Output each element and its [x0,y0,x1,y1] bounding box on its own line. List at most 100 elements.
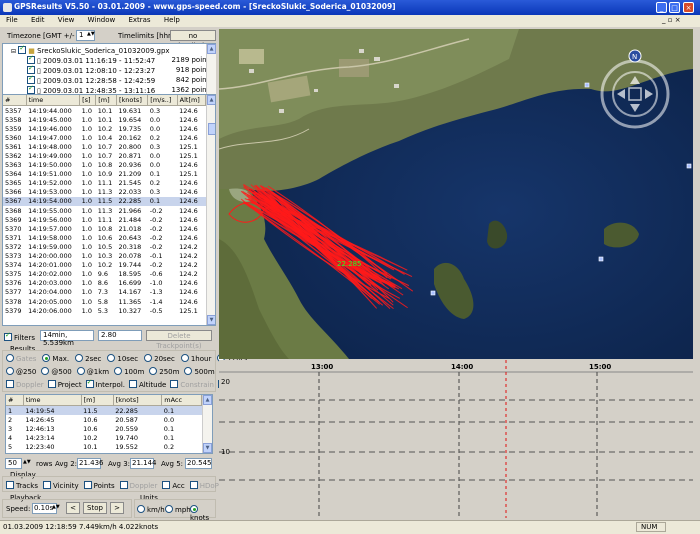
trackpoint-row[interactable]: 5366 14:19:53.000 1.0 11.3 22.033 0.3 124.6 [3,188,206,197]
filters-checkbox[interactable]: Filters [4,331,35,342]
col-time[interactable]: time [26,95,81,106]
session-row[interactable]: ▯ 2009.03.01 11:16:19 - 11:52:472189 poi… [27,54,213,65]
menu-window[interactable]: Window [82,15,121,24]
res2-option[interactable]: 100m [114,367,144,376]
trackpoint-row[interactable]: 5373 14:20:00.000 1.0 10.3 20.078 -0.1 124.2 [3,252,206,261]
best-col-index[interactable]: # [6,395,24,406]
map-marker[interactable] [598,256,604,262]
map-view[interactable]: 22.285 N [219,29,693,359]
col-accel[interactable]: [m/s..] [147,95,178,106]
map-marker[interactable] [584,82,590,88]
best-results-scrollbar[interactable]: ▲ ▼ [202,395,212,453]
trackpoint-row[interactable]: 5370 14:19:57.000 1.0 10.8 21.018 -0.2 124.6 [3,224,206,233]
checkbox[interactable] [83,481,92,489]
res3-option[interactable]: Project [47,380,82,389]
radio-button[interactable] [76,367,85,375]
trackpoint-row[interactable]: 5360 14:19:47.000 1.0 10.4 20.162 0.2 124.6 [3,133,206,142]
timeline-panel[interactable]: 13:00 14:00 15:00 20 10 [219,360,693,518]
checkbox[interactable] [85,378,94,388]
res3-option[interactable]: Interpol. [85,378,125,389]
menu-file[interactable]: File [0,15,23,24]
mdi-window-controls[interactable]: _ ▫ × [662,16,681,24]
satellite-map[interactable]: 22.285 N [219,29,693,359]
checkbox[interactable] [162,481,171,489]
minimize-button[interactable]: _ [656,2,667,13]
res2-option[interactable]: @1km [76,367,109,376]
trackpoint-row[interactable]: 5367 14:19:54.000 1.0 11.5 22.285 0.1 124.6 [3,196,206,207]
trackpoint-row[interactable]: 5364 14:19:51.000 1.0 10.9 21.209 0.1 125.1 [3,170,206,179]
trackpoint-scrollbar[interactable]: ▲ ▼ [206,95,215,325]
trackpoint-row[interactable]: 5365 14:19:52.000 1.0 11.1 21.545 0.2 124.6 [3,179,206,188]
col-alt[interactable]: Alt[m] [177,95,207,106]
scroll-thumb[interactable] [208,123,215,135]
next-button[interactable]: > [110,502,124,514]
trackpoint-row[interactable]: 5376 14:20:03.000 1.0 8.6 16.699 -1.0 124.6 [3,279,206,288]
menu-extras[interactable]: Extras [122,15,155,24]
res2-option[interactable]: 500m [184,367,215,376]
best-result-row[interactable]: 4 14:23:14 10.2 19.740 0.1 [6,433,202,442]
close-button[interactable]: × [683,2,694,13]
trackpoint-row[interactable]: 5378 14:20:05.000 1.0 5.8 11.365 -1.4 124.6 [3,297,206,306]
col-index[interactable]: # [3,95,27,106]
best-col-meters[interactable]: [m] [81,395,114,406]
filters-value-input[interactable]: 2.80 [98,330,142,341]
res1-option[interactable]: Max. [42,354,69,363]
checkbox[interactable] [47,380,56,388]
radio-button[interactable] [180,354,189,362]
menu-edit[interactable]: Edit [25,15,50,24]
menu-help[interactable]: Help [158,15,185,24]
maximize-button[interactable]: □ [669,2,680,13]
best-col-time[interactable]: time [23,395,82,406]
best-result-row[interactable]: 1 14:19:54 11.5 22.285 0.1 [6,405,202,416]
trackpoint-row[interactable]: 5377 14:20:04.000 1.0 7.3 14.167 -1.3 124.6 [3,288,206,297]
map-marker[interactable] [686,163,692,169]
root-checkbox[interactable] [18,44,27,54]
radio-button[interactable] [42,354,51,362]
trackpoint-row[interactable]: 5357 14:19:44.000 1.0 10.1 19.631 0.3 124.6 [3,106,206,116]
trackpoint-row[interactable]: 5371 14:19:58.000 1.0 10.6 20.643 -0.2 124.6 [3,233,206,242]
trackpoint-row[interactable]: 5369 14:19:56.000 1.0 11.1 21.484 -0.2 124.6 [3,215,206,224]
disp-option[interactable]: Acc [162,481,185,490]
unit-kmh-radio[interactable]: km/h [137,505,165,514]
col-meters[interactable]: [m] [95,95,117,106]
res3-option[interactable]: Altitude [128,380,166,389]
checkbox[interactable] [42,481,51,489]
radio-button[interactable] [6,367,14,375]
disp-option[interactable]: Vicinity [42,481,79,490]
prev-button[interactable]: < [66,502,80,514]
menu-view[interactable]: View [52,15,80,24]
best-col-knots[interactable]: [knots] [113,395,163,406]
trackpoint-row[interactable]: 5379 14:20:06.000 1.0 5.3 10.327 -0.5 125.1 [3,306,206,315]
no-timelimits-button[interactable]: no timelimits [170,30,216,50]
radio-button[interactable] [114,367,123,375]
trackpoint-row[interactable]: 5363 14:19:50.000 1.0 10.8 20.936 0.0 124.6 [3,161,206,170]
radio-button[interactable] [184,367,193,375]
col-knots[interactable]: [knots] [116,95,149,106]
map-marker[interactable] [430,290,436,296]
res2-option[interactable]: 250m [149,367,179,376]
best-result-row[interactable]: 3 12:46:13 10.6 20.559 0.1 [6,424,202,433]
trackpoint-row[interactable]: 5368 14:19:55.000 1.0 11.3 21.966 -0.2 124.6 [3,206,206,215]
stop-button[interactable]: Stop [83,502,107,514]
trackpoint-row[interactable]: 5362 14:19:49.000 1.0 10.7 20.871 0.0 125.1 [3,151,206,160]
unit-mph-radio[interactable]: mph [165,505,191,514]
radio-button[interactable] [144,354,153,362]
trackpoint-row[interactable]: 5358 14:19:45.000 1.0 10.1 19.654 0.0 124.6 [3,115,206,124]
radio-button[interactable] [41,367,50,375]
checkbox[interactable] [6,481,14,489]
rows-count-input[interactable]: 50 [5,458,22,469]
disp-option[interactable]: Points [83,481,115,490]
disp-option[interactable]: Tracks [6,481,38,490]
checkbox[interactable] [128,380,137,388]
best-result-row[interactable]: 5 12:23:40 10.1 19.552 0.2 [6,442,202,451]
timezone-spinner-icon[interactable]: ▲▼ [87,31,95,37]
res1-option[interactable]: 1hour [180,354,211,363]
trackpoint-row[interactable]: 5374 14:20:01.000 1.0 10.2 19.744 -0.2 124.2 [3,261,206,270]
res1-option[interactable]: 10sec [107,354,138,363]
trackpoint-row[interactable]: 5372 14:19:59.000 1.0 10.5 20.318 -0.2 124.2 [3,242,206,251]
res1-option[interactable]: 2sec [75,354,101,363]
res2-option[interactable]: @250 [6,367,36,376]
speed-timeline-chart[interactable]: 13:00 14:00 15:00 20 10 [219,360,693,518]
res2-option[interactable]: @500 [41,367,72,376]
delete-trackpoints-button[interactable]: Delete Trackpoint(s) [146,330,212,350]
